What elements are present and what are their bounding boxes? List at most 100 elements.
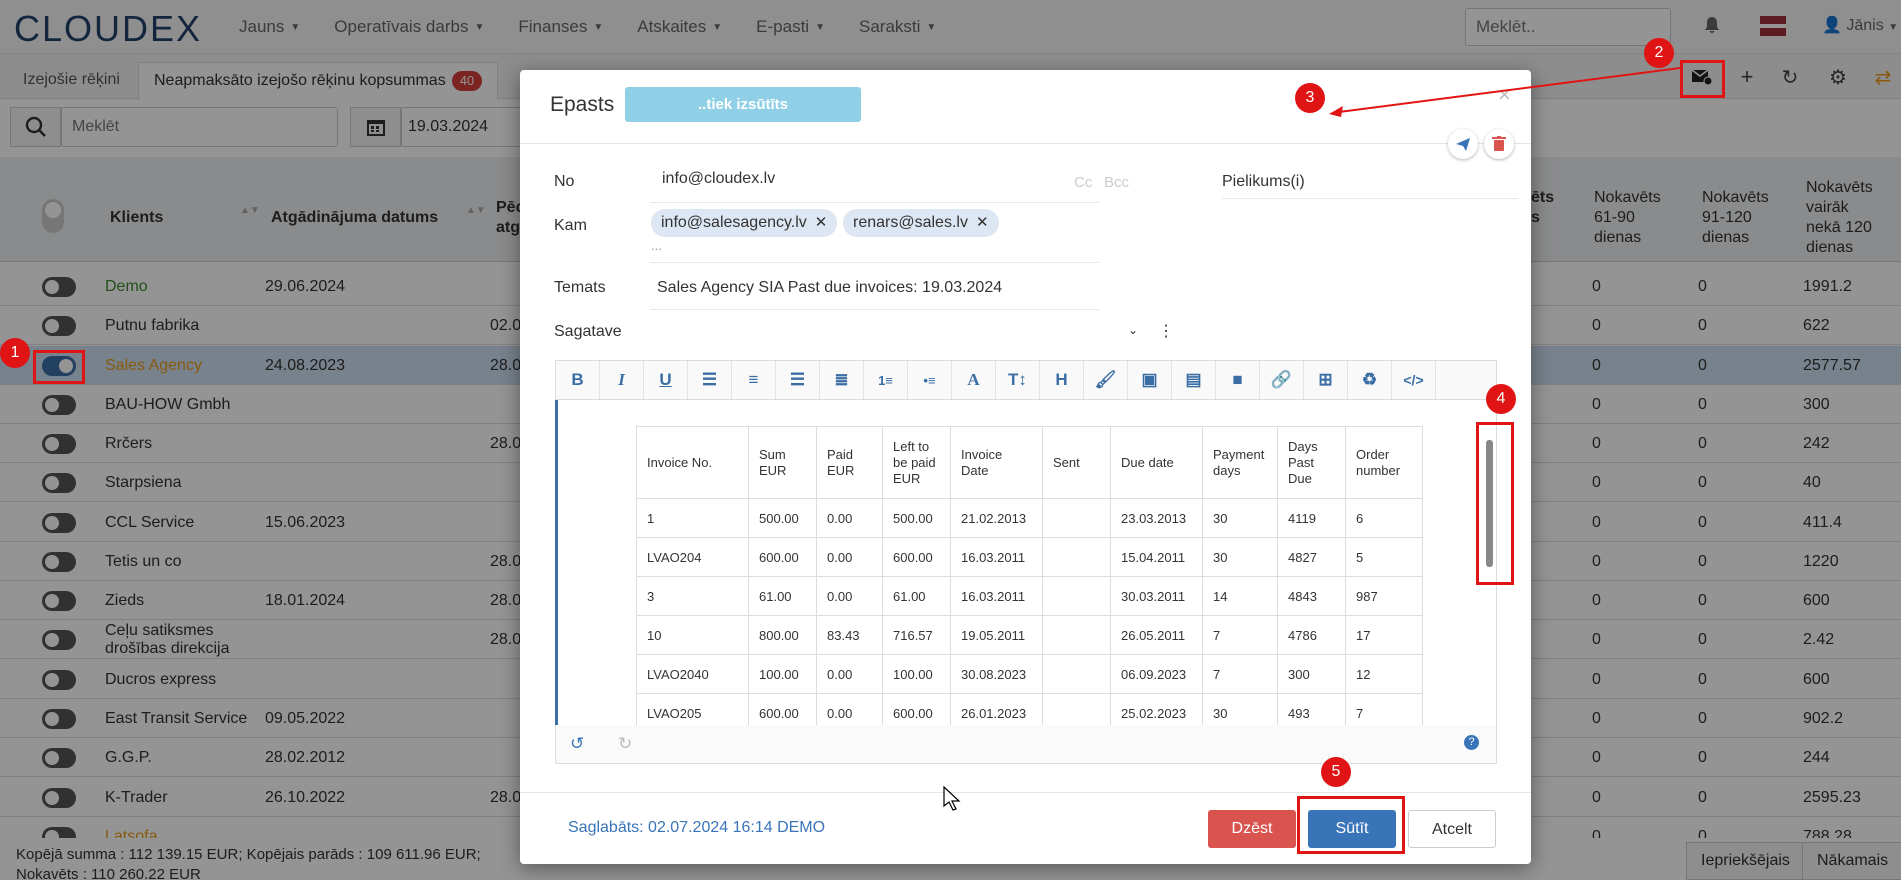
divider <box>650 202 1100 203</box>
invoice-cell: 26.05.2011 <box>1110 615 1203 655</box>
align-left-icon[interactable]: ☰ <box>688 361 732 399</box>
email-modal: Epasts ..tiek izsūtīts × No info@cloudex… <box>520 70 1531 864</box>
divider <box>650 309 1100 310</box>
video-icon[interactable]: ■ <box>1216 361 1260 399</box>
invoice-cell: 16.03.2011 <box>950 537 1043 577</box>
link-icon[interactable]: 🔗 <box>1260 361 1304 399</box>
invoice-cell: 100.00 <box>748 654 817 694</box>
invoice-cell: 716.57 <box>882 615 951 655</box>
align-right-icon[interactable]: ☰ <box>776 361 820 399</box>
invoice-cell: 19.05.2011 <box>950 615 1043 655</box>
sending-status-button: ..tiek izsūtīts <box>625 87 861 122</box>
annotation-marker: 5 <box>1321 757 1351 787</box>
divider <box>650 262 1100 263</box>
annotation-box <box>1680 60 1725 98</box>
from-label: No <box>554 173 575 190</box>
trash-icon <box>1492 136 1506 151</box>
delete-draft-button[interactable] <box>1484 129 1514 159</box>
invoice-cell: 800.00 <box>748 615 817 655</box>
brush-icon[interactable]: 🖌 <box>1084 361 1128 399</box>
align-center-icon[interactable]: ≡ <box>732 361 776 399</box>
more-recipients[interactable]: ... <box>651 238 662 253</box>
invoice-row: LVAO205 600.00 0.00 600.00 26.01.2023 25.02.2… <box>636 693 1423 725</box>
invoice-cell: 987 <box>1345 576 1423 616</box>
invoice-cell: 500.00 <box>748 498 817 538</box>
from-value[interactable]: info@cloudex.lv <box>662 170 775 188</box>
invoice-cell: LVAO204 <box>636 537 749 577</box>
invoice-cell <box>1042 537 1111 577</box>
invoice-table: Invoice No. Sum EUR Paid EUR Left to be … <box>636 426 1423 725</box>
invoice-cell <box>1042 615 1111 655</box>
invoice-col-header: Sum EUR <box>748 426 817 499</box>
invoice-cell: 1 <box>636 498 749 538</box>
invoice-col-header: Sent <box>1042 426 1111 499</box>
invoice-cell: 30.08.2023 <box>950 654 1043 694</box>
table-icon[interactable]: ⊞ <box>1304 361 1348 399</box>
recipient-email: renars@sales.lv <box>853 214 968 231</box>
annotation-arrow <box>1329 67 1681 117</box>
subject-input[interactable]: Sales Agency SIA Past due invoices: 19.0… <box>657 279 1002 297</box>
invoice-cell: 21.02.2013 <box>950 498 1043 538</box>
undo-icon[interactable]: ↺ <box>570 734 584 754</box>
recipient-email: info@salesagency.lv <box>661 214 807 231</box>
invoice-col-header: Invoice No. <box>636 426 749 499</box>
paper-plane-icon <box>1456 138 1470 151</box>
invoice-cell: 600.00 <box>748 537 817 577</box>
recycle-icon[interactable]: ♻ <box>1348 361 1392 399</box>
recipient-chip[interactable]: info@salesagency.lv ✕ <box>651 209 838 237</box>
align-justify-icon[interactable]: ≣ <box>820 361 864 399</box>
font-size-icon[interactable]: T↕ <box>996 361 1040 399</box>
delete-button[interactable]: Dzēst <box>1208 810 1296 848</box>
heading-icon[interactable]: H <box>1040 361 1084 399</box>
font-color-icon[interactable]: A <box>952 361 996 399</box>
unordered-list-icon[interactable]: •≡ <box>908 361 952 399</box>
editor-toolbar: B I U ☰ ≡ ☰ ≣ 1≡ •≡ A T↕ H 🖌 ▣ ▤ ■ 🔗 ⊞ ♻… <box>555 360 1497 400</box>
invoice-cell <box>1042 693 1111 725</box>
invoice-cell: LVAO205 <box>636 693 749 725</box>
invoice-cell: 7 <box>1345 693 1423 725</box>
modal-title: Epasts <box>550 93 615 116</box>
recipient-chip[interactable]: renars@sales.lv ✕ <box>843 209 999 237</box>
remove-icon[interactable]: ✕ <box>976 214 989 231</box>
invoice-cell: 15.04.2011 <box>1110 537 1203 577</box>
annotation-marker: 1 <box>0 338 30 368</box>
redo-icon[interactable]: ↻ <box>618 734 632 754</box>
invoice-cell: 14 <box>1202 576 1278 616</box>
invoice-cell: 06.09.2023 <box>1110 654 1203 694</box>
italic-icon[interactable]: I <box>600 361 644 399</box>
subject-label: Temats <box>554 279 606 296</box>
cancel-button[interactable]: Atcelt <box>1408 810 1496 848</box>
divider <box>520 143 1531 144</box>
invoice-col-header: Paid EUR <box>816 426 883 499</box>
bold-icon[interactable]: B <box>556 361 600 399</box>
underline-icon[interactable]: U <box>644 361 688 399</box>
ordered-list-icon[interactable]: 1≡ <box>864 361 908 399</box>
invoice-col-header: Days Past Due <box>1277 426 1346 499</box>
invoice-cell: 3 <box>636 576 749 616</box>
send-now-button[interactable] <box>1448 129 1478 159</box>
email-body-editor[interactable]: Invoice No. Sum EUR Paid EUR Left to be … <box>555 400 1497 725</box>
invoice-cell: 23.03.2013 <box>1110 498 1203 538</box>
template-select-chevron-down-icon[interactable]: ⌄ <box>1128 323 1138 337</box>
help-icon[interactable]: ? <box>1464 735 1479 750</box>
file-icon[interactable]: ▤ <box>1172 361 1216 399</box>
invoice-cell: 100.00 <box>882 654 951 694</box>
invoice-table-body: 1 500.00 0.00 500.00 21.02.2013 23.03.2013 30 4… <box>636 498 1423 725</box>
remove-icon[interactable]: ✕ <box>815 214 828 231</box>
bcc-toggle[interactable]: Bcc <box>1104 174 1129 191</box>
cc-toggle[interactable]: Cc <box>1074 174 1092 191</box>
attachments-label: Pielikums(i) <box>1222 173 1305 190</box>
to-label: Kam <box>554 217 587 234</box>
image-icon[interactable]: ▣ <box>1128 361 1172 399</box>
annotation-box <box>1297 796 1405 854</box>
invoice-cell: 0.00 <box>816 576 883 616</box>
invoice-cell: 4786 <box>1277 615 1346 655</box>
invoice-col-header: Order number <box>1345 426 1423 499</box>
code-icon[interactable]: </> <box>1392 361 1436 399</box>
invoice-cell: 30 <box>1202 693 1278 725</box>
divider <box>520 792 1531 793</box>
invoice-cell: LVAO2040 <box>636 654 749 694</box>
template-menu-kebab-icon[interactable]: ⋮ <box>1158 321 1174 341</box>
invoice-row: LVAO204 600.00 0.00 600.00 16.03.2011 15.04.2… <box>636 537 1423 577</box>
invoice-cell: 25.02.2023 <box>1110 693 1203 725</box>
